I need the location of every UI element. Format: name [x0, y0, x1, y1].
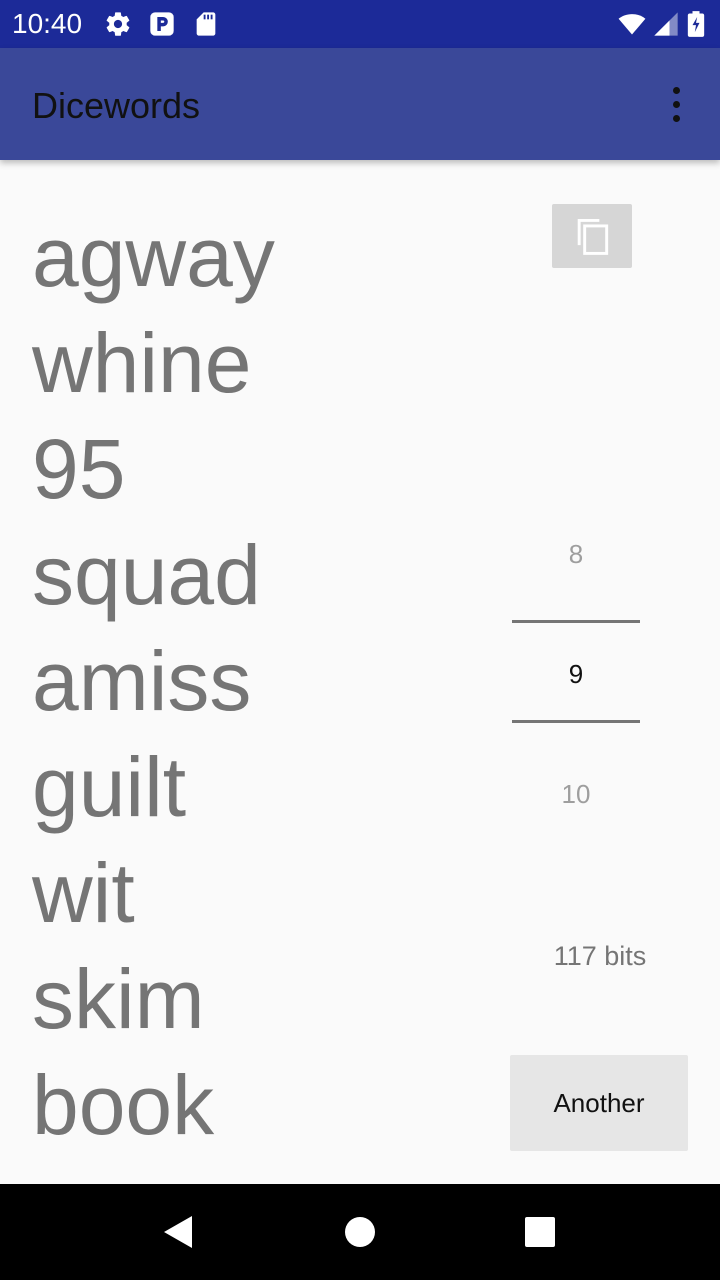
more-vert-icon[interactable]: [656, 80, 696, 128]
status-bar: 10:40: [0, 0, 720, 48]
status-time: 10:40: [12, 8, 83, 39]
home-icon[interactable]: [336, 1208, 384, 1256]
app-bar: Dicewords: [0, 48, 720, 160]
picker-previous-value[interactable]: 8: [512, 534, 640, 574]
another-button[interactable]: Another: [510, 1055, 688, 1151]
sd-card-icon: [192, 10, 220, 38]
recents-icon[interactable]: [516, 1208, 564, 1256]
picker-divider: [512, 620, 640, 623]
passphrase-word: whine: [32, 316, 252, 410]
p-icon: [148, 10, 176, 38]
passphrase-word-list: agway whine 95 squad amiss guilt wit ski…: [32, 204, 472, 1158]
passphrase-word: squad: [32, 528, 261, 622]
passphrase-word: guilt: [32, 740, 187, 834]
entropy-label: 117 bits: [553, 941, 647, 971]
navigation-bar: [0, 1184, 720, 1280]
app-title: Dicewords: [32, 85, 201, 126]
passphrase-word: 95: [32, 422, 126, 516]
copy-button[interactable]: [552, 204, 632, 268]
back-icon[interactable]: [156, 1208, 204, 1256]
battery-icon: [686, 10, 706, 38]
wifi-icon: [616, 10, 648, 38]
copy-icon: [570, 214, 614, 258]
passphrase-word: book: [32, 1058, 215, 1152]
picker-current-value[interactable]: 9: [512, 654, 640, 694]
picker-divider: [512, 720, 640, 723]
passphrase-word: amiss: [32, 634, 252, 728]
passphrase-word: agway: [32, 210, 275, 304]
passphrase-word: skim: [32, 952, 205, 1046]
picker-next-value[interactable]: 10: [512, 774, 640, 814]
signal-icon: [652, 10, 680, 38]
passphrase-word: wit: [32, 846, 135, 940]
word-count-picker[interactable]: 8 9 10: [512, 510, 640, 840]
gear-icon: [104, 10, 132, 38]
